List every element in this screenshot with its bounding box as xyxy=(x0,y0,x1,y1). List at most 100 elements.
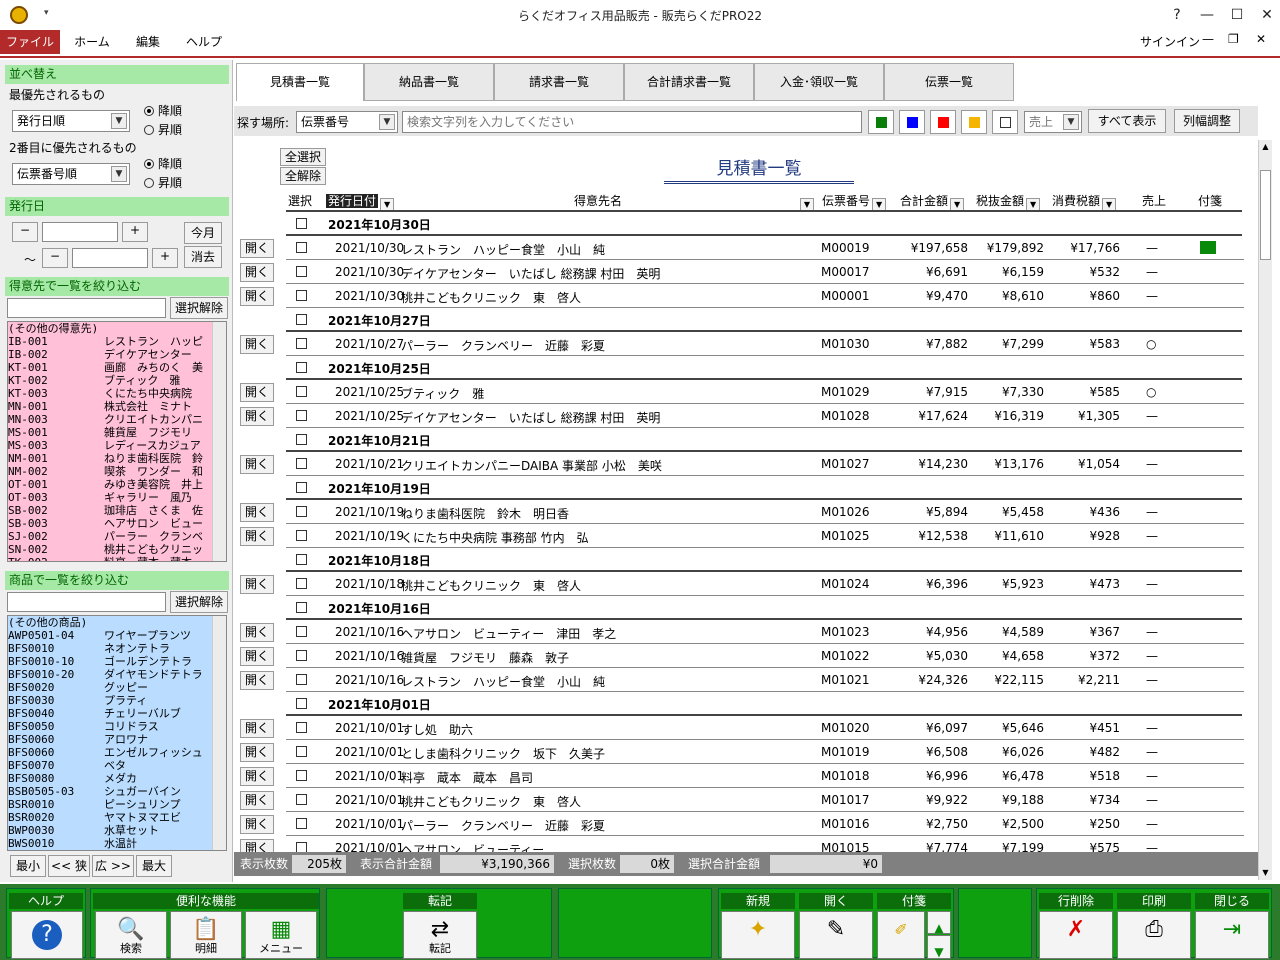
customer-list-item[interactable]: SB-002 珈琲店 さくま 佐 xyxy=(8,504,226,517)
table-row[interactable]: 開く 2021/10/30 桃井こどもクリニック 東 啓人 M00001 ¥9,470 ¥… xyxy=(234,284,1244,308)
secondary-asc-radio[interactable]: 昇順 xyxy=(144,174,182,191)
open-button[interactable]: 開く xyxy=(240,719,274,738)
open-button[interactable]: 開く xyxy=(240,287,274,306)
minimize-button[interactable]: — xyxy=(1192,0,1222,30)
table-row[interactable]: 開く 2021/10/01 パーラー クランベリー 近藤 彩夏 M01016 ¥2,75… xyxy=(234,812,1244,836)
product-list-item[interactable]: BFS0030 プラティ xyxy=(8,694,226,707)
tag-up-button[interactable]: ▲ xyxy=(927,911,951,935)
new-button[interactable]: ✦ xyxy=(721,911,795,959)
close-window-button[interactable]: ✕ xyxy=(1252,0,1280,30)
date-clear-button[interactable]: 消去 xyxy=(184,246,222,268)
product-list-item[interactable]: BSR0010 ピーシュリンプ xyxy=(8,798,226,811)
color-filter-green[interactable] xyxy=(868,110,894,134)
open-button[interactable]: 開く xyxy=(240,575,274,594)
ribbon-restore-button[interactable]: ❐ xyxy=(1228,32,1239,46)
vertical-scrollbar[interactable]: ▲ ▼ xyxy=(1258,140,1272,880)
customer-list-item[interactable]: OT-003 ギャラリー 風乃 xyxy=(8,491,226,504)
this-month-button[interactable]: 今月 xyxy=(184,222,222,244)
tab-slips[interactable]: 伝票一覧 xyxy=(884,63,1014,101)
group-checkbox[interactable] xyxy=(296,314,307,325)
open-button[interactable]: 開く xyxy=(240,839,274,852)
primary-sort-select[interactable]: 発行日順 ▼ xyxy=(12,110,130,132)
scroll-up-icon[interactable]: ▲ xyxy=(1259,140,1272,154)
table-row[interactable]: 開く 2021/10/19 ねりま歯科医院 鈴木 明日香 M01026 ¥5,894 ¥5… xyxy=(234,500,1244,524)
detail-button[interactable]: 📋 明細 xyxy=(170,911,242,959)
header-total[interactable]: 合計金額 ▼ xyxy=(900,192,965,211)
width-min-button[interactable]: 最小 xyxy=(10,855,46,877)
open-button[interactable]: 開く xyxy=(240,647,274,666)
sales-filter-select[interactable]: 売上 ▼ xyxy=(1024,111,1082,133)
group-checkbox[interactable] xyxy=(296,434,307,445)
product-list-item[interactable]: BFS0070 ベタ xyxy=(8,759,226,772)
table-row[interactable]: 開く 2021/10/01 としま歯科クリニック 坂下 久美子 M01019 ¥6,50… xyxy=(234,740,1244,764)
customer-list[interactable]: (その他の得意先) IB-001 レストラン ハッピ IB-002 デイケアセンター KT… xyxy=(7,321,227,562)
product-list-item[interactable]: BFS0010-10 ゴールデンテトラ xyxy=(8,655,226,668)
open-button[interactable]: 開く xyxy=(240,455,274,474)
signin-link[interactable]: サインイン xyxy=(1140,33,1200,50)
delete-row-button[interactable]: ✗ xyxy=(1039,911,1113,959)
customer-list-item[interactable]: NM-001 ねりま歯科医院 鈴 xyxy=(8,452,226,465)
product-list[interactable]: (その他の商品) AWP0501-04 ワイヤープランツ BFS0010 ネオンテトラ B… xyxy=(7,615,227,851)
product-list-item[interactable]: (その他の商品) xyxy=(8,616,226,629)
product-list-item[interactable]: BWS0010 水温計 xyxy=(8,837,226,850)
product-list-item[interactable]: BFS0020 グッピー xyxy=(8,681,226,694)
row-checkbox[interactable] xyxy=(296,578,307,589)
table-row[interactable]: 開く 2021/10/01 すし処 助六 M01020 ¥6,097 ¥5,646 ¥451… xyxy=(234,716,1244,740)
row-checkbox[interactable] xyxy=(296,290,307,301)
customer-clear-selection-button[interactable]: 選択解除 xyxy=(170,297,228,319)
color-filter-yellow[interactable] xyxy=(961,110,987,134)
open-button[interactable]: 開く xyxy=(240,503,274,522)
help-button[interactable]: ? xyxy=(11,911,83,959)
primary-asc-radio[interactable]: 昇順 xyxy=(144,121,182,138)
open-button[interactable]: 開く xyxy=(240,407,274,426)
row-checkbox[interactable] xyxy=(296,242,307,253)
row-checkbox[interactable] xyxy=(296,626,307,637)
customer-list-item[interactable]: MN-001 株式会社 ミナト xyxy=(8,400,226,413)
product-list-item[interactable]: BFS0080 メダカ xyxy=(8,772,226,785)
header-number[interactable]: 伝票番号 ▼ xyxy=(822,192,887,211)
ribbon-close-button[interactable]: ✕ xyxy=(1256,32,1266,46)
customer-list-item[interactable]: KT-001 画廊 みちのく 美 xyxy=(8,361,226,374)
scroll-down-icon[interactable]: ▼ xyxy=(1259,866,1272,880)
product-list-item[interactable]: BFS0060 アロワナ xyxy=(8,733,226,746)
menu-home[interactable]: ホーム xyxy=(66,30,118,54)
customer-list-item[interactable]: KT-003 くにたち中央病院 xyxy=(8,387,226,400)
secondary-desc-radio[interactable]: 降順 xyxy=(144,155,182,172)
open-button[interactable]: 開く xyxy=(240,671,274,690)
open-button[interactable]: 開く xyxy=(240,383,274,402)
product-list-item[interactable]: BFS0050 コリドラス xyxy=(8,720,226,733)
print-button[interactable]: ⎙ xyxy=(1117,911,1191,959)
row-checkbox[interactable] xyxy=(296,530,307,541)
group-checkbox[interactable] xyxy=(296,482,307,493)
date-from-minus-button[interactable]: − xyxy=(12,222,38,242)
table-row[interactable]: 開く 2021/10/30 レストラン ハッピー食堂 小山 純 M00019 ¥197,… xyxy=(234,236,1244,260)
tag-button[interactable]: ✐ xyxy=(877,911,925,959)
tab-total-invoices[interactable]: 合計請求書一覧 xyxy=(624,63,754,101)
row-checkbox[interactable] xyxy=(296,818,307,829)
date-from-plus-button[interactable]: + xyxy=(122,222,148,242)
table-row[interactable]: 開く 2021/10/21 クリエイトカンパニーDAIBA 事業部 小松 美咲 M01… xyxy=(234,452,1244,476)
tab-estimates[interactable]: 見積書一覧 xyxy=(236,63,364,101)
help-question-icon[interactable]: ? xyxy=(1162,0,1192,30)
product-list-item[interactable]: BFS0060 エンゼルフィッシュ xyxy=(8,746,226,759)
date-to-plus-button[interactable]: + xyxy=(152,248,178,268)
open-button[interactable]: 開く xyxy=(240,743,274,762)
width-wide-button[interactable]: 広 >> xyxy=(92,855,134,877)
row-checkbox[interactable] xyxy=(296,770,307,781)
table-row[interactable]: 開く 2021/10/16 雑貨屋 フジモリ 藤森 敦子 M01022 ¥5,030 ¥4… xyxy=(234,644,1244,668)
group-checkbox[interactable] xyxy=(296,698,307,709)
table-row[interactable]: 開く 2021/10/01 ヘアサロン ビューティー M01015 ¥7,774 ¥7,1… xyxy=(234,836,1244,852)
maximize-button[interactable]: ☐ xyxy=(1222,0,1252,30)
table-row[interactable]: 開く 2021/10/25 デイケアセンター いたばし 総務課 村田 英明 M0102… xyxy=(234,404,1244,428)
search-button[interactable]: 🔍 検索 xyxy=(95,911,167,959)
header-pretax[interactable]: 税抜金額 ▼ xyxy=(976,192,1041,211)
open-button[interactable]: ✎ xyxy=(799,911,873,959)
group-checkbox[interactable] xyxy=(296,218,307,229)
customer-list-item[interactable]: SJ-002 パーラー クランベ xyxy=(8,530,226,543)
row-checkbox[interactable] xyxy=(296,794,307,805)
menu-button[interactable]: ▦ メニュー xyxy=(245,911,317,959)
customer-list-item[interactable]: SB-003 ヘアサロン ビュー xyxy=(8,517,226,530)
table-row[interactable]: 開く 2021/10/18 桃井こどもクリニック 東 啓人 M01024 ¥6,396 ¥… xyxy=(234,572,1244,596)
column-width-adjust-button[interactable]: 列幅調整 xyxy=(1174,109,1240,133)
table-row[interactable]: 開く 2021/10/16 ヘアサロン ビューティー 津田 孝之 M01023 ¥4,9… xyxy=(234,620,1244,644)
